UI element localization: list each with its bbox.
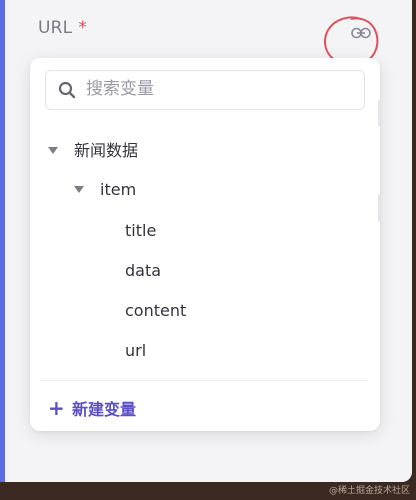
tree-leaf-url[interactable]: url (125, 338, 325, 364)
tree-leaf-label: url (125, 341, 147, 360)
variable-search-input[interactable] (86, 71, 346, 107)
underlying-field-edge (378, 195, 380, 221)
tree-leaf-content[interactable]: content (125, 298, 325, 324)
required-mark: * (78, 18, 88, 38)
tree-leaf-label: data (125, 261, 162, 280)
tree-node-label: item (100, 180, 137, 199)
new-variable-label: 新建变量 (72, 400, 137, 419)
watermark: @稀土掘金技术社区 (328, 486, 410, 496)
new-variable-button[interactable]: + 新建变量 (48, 395, 136, 421)
tree-leaf-data[interactable]: data (125, 258, 325, 284)
focus-accent-bar (0, 0, 5, 482)
tree-node-label: 新闻数据 (74, 141, 139, 160)
url-label-text: URL (38, 18, 73, 38)
variable-search-box[interactable] (45, 70, 365, 110)
tree-node-item[interactable]: item (74, 177, 354, 203)
tree-leaf-title[interactable]: title (125, 218, 325, 244)
tree-leaf-label: title (125, 221, 157, 240)
caret-down-icon[interactable] (48, 147, 58, 154)
variable-dropdown: 新闻数据 item title data content url + 新建变量 (30, 58, 380, 431)
tree-node-news-data[interactable]: 新闻数据 (48, 138, 348, 164)
underlying-field-edge (378, 100, 380, 126)
search-icon (58, 81, 76, 99)
url-field-label: URL * (38, 18, 87, 38)
plus-icon: + (48, 396, 65, 420)
dropdown-divider (40, 380, 368, 381)
variable-field-panel: URL* 新闻数据 item title data (0, 0, 412, 482)
tree-leaf-label: content (125, 301, 187, 320)
link-icon[interactable] (351, 27, 371, 39)
caret-down-icon[interactable] (74, 186, 84, 193)
